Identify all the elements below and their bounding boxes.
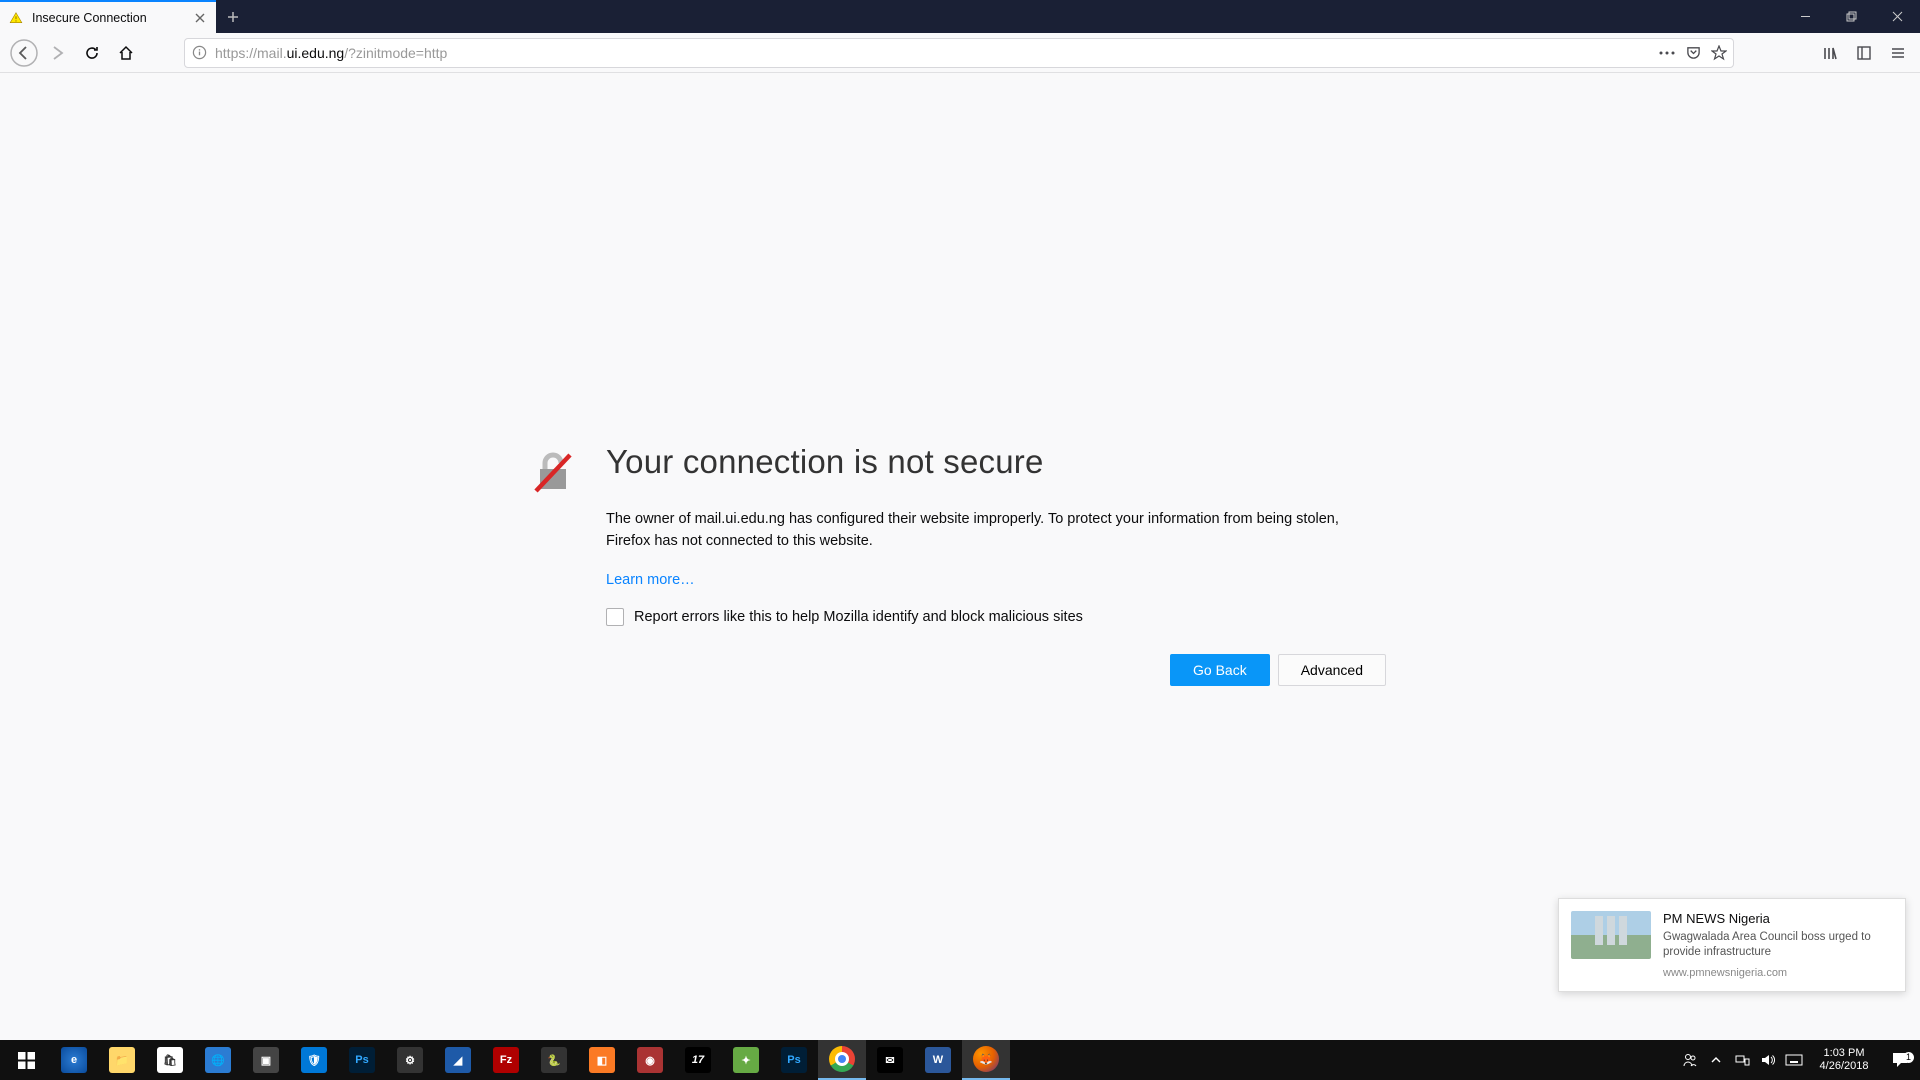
taskbar-app-photoshop[interactable]: Ps [338, 1040, 386, 1080]
reload-button[interactable] [76, 37, 108, 69]
taskbar-app-wireshark[interactable]: ◢ [434, 1040, 482, 1080]
browser-tabstrip: Insecure Connection [0, 0, 1920, 33]
taskbar-app-security[interactable]: 🛡 [290, 1040, 338, 1080]
taskbar-app-word[interactable]: W [914, 1040, 962, 1080]
taskbar-app-17[interactable]: 17 [674, 1040, 722, 1080]
report-errors-label: Report errors like this to help Mozilla … [634, 609, 1083, 625]
taskbar-apps: e 📁 🛍 🌐 ▣ 🛡 Ps ⚙ ◢ Fz 🐍 ◧ ◉ 17 ✦ Ps ✉ W … [0, 1040, 1010, 1080]
learn-more-link[interactable]: Learn more… [606, 572, 695, 588]
toolbar-right [1816, 39, 1912, 67]
tray-overflow-icon[interactable] [1704, 1040, 1728, 1080]
taskbar-app-edge[interactable]: e [50, 1040, 98, 1080]
tray-volume-icon[interactable] [1756, 1040, 1780, 1080]
go-back-button[interactable]: Go Back [1170, 654, 1270, 686]
taskbar-app-browser[interactable]: 🌐 [194, 1040, 242, 1080]
warning-icon [8, 10, 24, 26]
tab-title: Insecure Connection [32, 11, 186, 25]
taskbar-app-mail[interactable]: ✉ [866, 1040, 914, 1080]
notification-thumbnail [1571, 911, 1651, 959]
error-body: Your connection is not secure The owner … [606, 443, 1390, 686]
start-button[interactable] [2, 1040, 50, 1080]
taskbar-app-filezilla[interactable]: Fz [482, 1040, 530, 1080]
tabstrip-spacer [249, 0, 1782, 33]
forward-button[interactable] [42, 37, 74, 69]
tray-keyboard-icon[interactable] [1782, 1040, 1806, 1080]
tray-people-icon[interactable] [1678, 1040, 1702, 1080]
taskbar-app-generic1[interactable]: ◉ [626, 1040, 674, 1080]
tray-clock[interactable]: 1:03 PM 4/26/2018 [1808, 1047, 1880, 1073]
sidebar-icon[interactable] [1850, 39, 1878, 67]
taskbar-app-chrome[interactable] [818, 1040, 866, 1080]
home-button[interactable] [110, 37, 142, 69]
tray-time: 1:03 PM [1824, 1047, 1865, 1060]
tray-action-center-icon[interactable]: 1 [1882, 1051, 1918, 1069]
window-minimize-button[interactable] [1782, 0, 1828, 33]
address-bar[interactable]: https://mail.ui.edu.ng/?zinitmode=http [184, 38, 1734, 68]
notification-toast[interactable]: PM NEWS Nigeria Gwagwalada Area Council … [1558, 898, 1906, 992]
browser-toolbar: https://mail.ui.edu.ng/?zinitmode=http [0, 33, 1920, 73]
report-errors-row: Report errors like this to help Mozilla … [606, 608, 1390, 626]
window-maximize-button[interactable] [1828, 0, 1874, 33]
windows-taskbar: e 📁 🛍 🌐 ▣ 🛡 Ps ⚙ ◢ Fz 🐍 ◧ ◉ 17 ✦ Ps ✉ W … [0, 1040, 1920, 1080]
pocket-icon[interactable] [1685, 45, 1701, 61]
taskbar-app-services[interactable]: ⚙ [386, 1040, 434, 1080]
tray-network-icon[interactable] [1730, 1040, 1754, 1080]
back-button[interactable] [8, 37, 40, 69]
taskbar-app-explorer[interactable]: 📁 [98, 1040, 146, 1080]
tray-date: 4/26/2018 [1820, 1060, 1869, 1073]
notification-description: Gwagwalada Area Council boss urged to pr… [1663, 930, 1893, 961]
insecure-lock-icon [530, 449, 576, 495]
notification-source: www.pmnewsnigeria.com [1663, 967, 1893, 979]
browser-tab-active[interactable]: Insecure Connection [0, 0, 216, 33]
taskbar-app-python[interactable]: 🐍 [530, 1040, 578, 1080]
bookmark-star-icon[interactable] [1711, 45, 1727, 61]
error-description: The owner of mail.ui.edu.ng has configur… [606, 509, 1386, 553]
window-controls [1782, 0, 1920, 33]
new-tab-button[interactable] [216, 0, 249, 33]
window-close-button[interactable] [1874, 0, 1920, 33]
system-tray: 1:03 PM 4/26/2018 1 [1678, 1040, 1920, 1080]
tray-notification-badge: 1 [1903, 1052, 1914, 1063]
taskbar-app-xampp[interactable]: ◧ [578, 1040, 626, 1080]
tab-close-icon[interactable] [192, 10, 208, 26]
url-path: /?zinitmode=http [344, 45, 447, 61]
taskbar-app-obs[interactable]: ▣ [242, 1040, 290, 1080]
taskbar-app-generic2[interactable]: ✦ [722, 1040, 770, 1080]
site-info-icon[interactable] [191, 45, 207, 61]
library-icon[interactable] [1816, 39, 1844, 67]
notification-title: PM NEWS Nigeria [1663, 911, 1893, 926]
error-button-row: Go Back Advanced [606, 654, 1386, 686]
report-errors-checkbox[interactable] [606, 608, 624, 626]
url-domain: ui.edu.ng [287, 45, 345, 61]
insecure-connection-panel: Your connection is not secure The owner … [530, 443, 1390, 686]
page-actions-icon[interactable] [1659, 45, 1675, 61]
taskbar-app-store[interactable]: 🛍 [146, 1040, 194, 1080]
page-content: Your connection is not secure The owner … [0, 73, 1920, 1046]
hamburger-menu-icon[interactable] [1884, 39, 1912, 67]
error-title: Your connection is not secure [606, 443, 1390, 481]
url-proto: https://mail. [215, 45, 287, 61]
urlbar-actions [1659, 45, 1727, 61]
taskbar-app-photoshop2[interactable]: Ps [770, 1040, 818, 1080]
notification-body: PM NEWS Nigeria Gwagwalada Area Council … [1663, 911, 1893, 979]
url-text: https://mail.ui.edu.ng/?zinitmode=http [215, 45, 1651, 61]
advanced-button[interactable]: Advanced [1278, 654, 1386, 686]
taskbar-app-firefox[interactable]: 🦊 [962, 1040, 1010, 1080]
